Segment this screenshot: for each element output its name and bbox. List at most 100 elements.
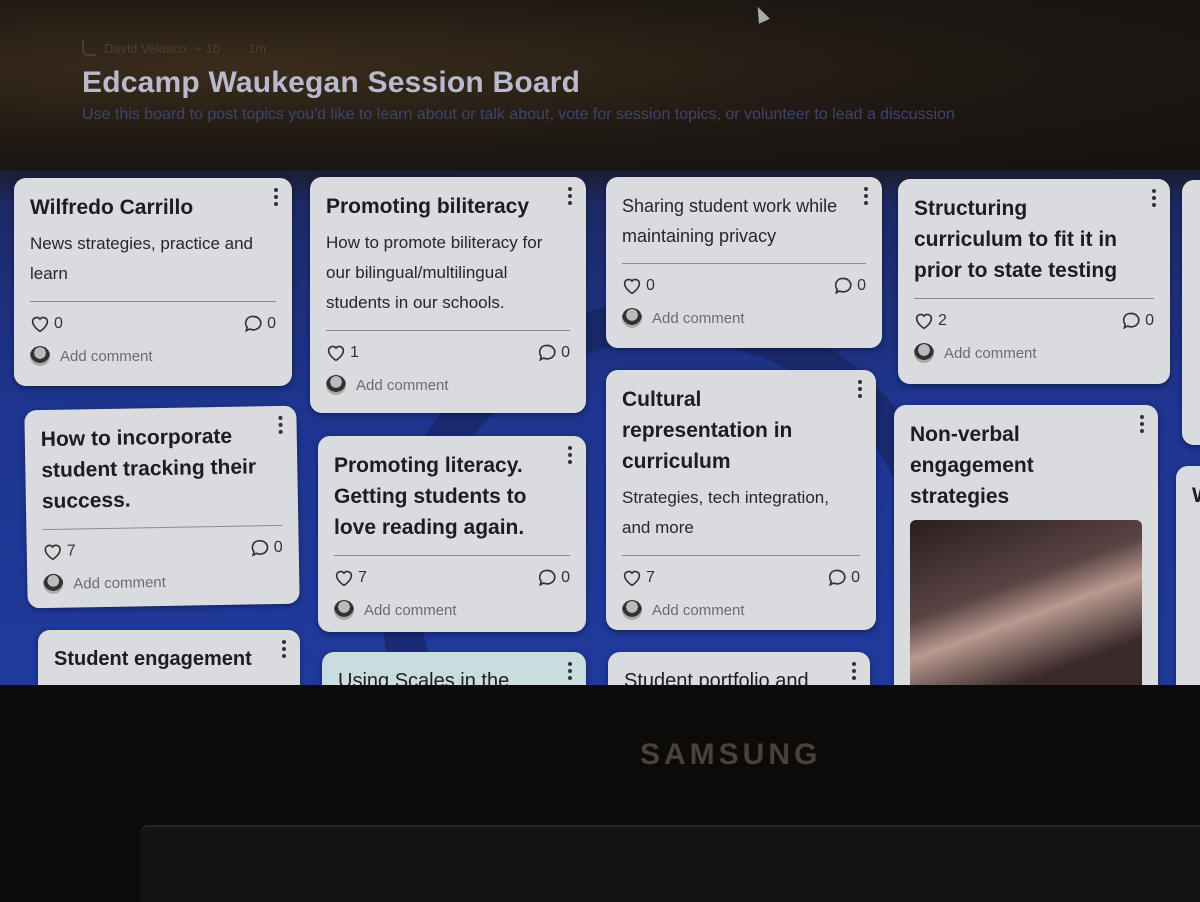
comment-count: 0 bbox=[273, 538, 283, 557]
board-subtitle: Use this board to post topics you'd like… bbox=[82, 106, 955, 123]
speech-bubble-icon bbox=[251, 539, 269, 557]
comment-button[interactable]: 0 bbox=[1121, 311, 1154, 331]
more-options-icon[interactable] bbox=[282, 640, 286, 658]
more-options-icon[interactable] bbox=[568, 446, 572, 464]
user-avatar bbox=[326, 375, 346, 395]
post-card[interactable]: Promoting literacy. Getting students to … bbox=[318, 436, 586, 632]
post-card[interactable]: Cultural representation in curriculum St… bbox=[606, 370, 876, 630]
more-options-icon[interactable] bbox=[864, 187, 868, 205]
like-count: 0 bbox=[54, 315, 63, 332]
add-comment-field[interactable]: Add comment bbox=[622, 600, 860, 620]
heart-icon bbox=[915, 313, 933, 330]
like-button[interactable]: 0 bbox=[622, 277, 655, 295]
like-button[interactable]: 7 bbox=[334, 569, 367, 587]
board-meta: David Velasco + 10 1m bbox=[82, 40, 955, 56]
like-count: 7 bbox=[66, 542, 76, 560]
more-options-icon[interactable] bbox=[852, 662, 856, 680]
divider bbox=[914, 298, 1154, 299]
time-ago: 1m bbox=[248, 40, 267, 56]
like-count: 1 bbox=[350, 344, 359, 361]
more-options-icon[interactable] bbox=[1140, 415, 1144, 433]
add-comment-field[interactable]: Add comment bbox=[43, 570, 283, 595]
post-card[interactable]: How to incorporate student tracking thei… bbox=[24, 405, 300, 609]
comment-button[interactable]: 0 bbox=[537, 568, 570, 588]
add-comment-label: Add comment bbox=[356, 376, 449, 394]
like-button[interactable]: 2 bbox=[914, 312, 947, 330]
add-comment-field[interactable]: Add comment bbox=[326, 375, 570, 395]
more-options-icon[interactable] bbox=[858, 380, 862, 398]
post-image[interactable] bbox=[910, 520, 1142, 685]
post-card[interactable]: Structuring curriculum to fit it in prio… bbox=[898, 179, 1170, 384]
add-comment-field[interactable]: Add comment bbox=[914, 343, 1154, 363]
user-avatar bbox=[914, 343, 934, 363]
comment-button[interactable]: 0 bbox=[537, 343, 570, 363]
more-options-icon[interactable] bbox=[278, 415, 283, 434]
like-count: 7 bbox=[646, 569, 655, 586]
add-comment-field[interactable]: Add comment bbox=[622, 308, 866, 328]
comment-button[interactable]: 0 bbox=[250, 538, 283, 559]
post-title: Promoting literacy. Getting students to … bbox=[334, 454, 527, 539]
like-button[interactable]: 0 bbox=[30, 315, 63, 333]
post-card[interactable]: Sharing student work while maintaining p… bbox=[606, 177, 882, 348]
brand-logo: SAMSUNG bbox=[640, 738, 822, 771]
more-options-icon[interactable] bbox=[568, 187, 572, 205]
post-title: Promoting biliteracy bbox=[326, 195, 530, 218]
post-card[interactable]: Non-verbal engagement strategies bbox=[894, 405, 1158, 685]
like-count: 0 bbox=[646, 277, 655, 294]
comment-count: 0 bbox=[1145, 312, 1154, 329]
heart-icon bbox=[623, 278, 641, 295]
post-card[interactable]: Student engagement bbox=[38, 630, 300, 685]
add-comment-label: Add comment bbox=[652, 309, 745, 327]
add-comment-field[interactable]: Add comment bbox=[334, 600, 570, 620]
post-title: Cultural representation in curriculum bbox=[622, 388, 793, 473]
speech-bubble-icon bbox=[834, 277, 852, 295]
comment-count: 0 bbox=[561, 344, 570, 361]
post-body: News strategies, practice and learn bbox=[30, 234, 253, 283]
heart-icon bbox=[31, 316, 49, 333]
author-avatar-icon bbox=[82, 40, 96, 56]
more-options-icon[interactable] bbox=[568, 662, 572, 680]
divider bbox=[326, 330, 570, 331]
more-options-icon[interactable] bbox=[274, 188, 278, 206]
author-name[interactable]: David Velasco bbox=[104, 41, 186, 56]
user-avatar bbox=[622, 308, 642, 328]
post-body: How to promote biliteracy for our biling… bbox=[326, 233, 543, 312]
laptop-hinge bbox=[140, 825, 1200, 902]
post-card[interactable]: Student portfolio and bbox=[608, 652, 870, 685]
post-title: How to incorporate student tracking thei… bbox=[40, 424, 257, 514]
comment-count: 0 bbox=[267, 315, 276, 332]
add-comment-field[interactable]: Add comment bbox=[30, 346, 276, 366]
board-title: Edcamp Waukegan Session Board bbox=[82, 66, 581, 99]
like-button[interactable]: 7 bbox=[43, 543, 76, 562]
post-title: Student portfolio and bbox=[624, 670, 809, 685]
speech-bubble-icon bbox=[828, 569, 846, 587]
add-comment-label: Add comment bbox=[73, 573, 167, 593]
comment-button[interactable]: 0 bbox=[833, 276, 866, 296]
post-card[interactable]: Using Scales in the bbox=[322, 652, 586, 685]
post-card[interactable]: W bbox=[1176, 466, 1200, 685]
divider bbox=[334, 555, 570, 556]
post-card[interactable]: Wilfredo Carrillo News strategies, pract… bbox=[14, 178, 292, 386]
comment-button[interactable]: 0 bbox=[827, 568, 860, 588]
like-button[interactable]: 1 bbox=[326, 344, 359, 362]
divider bbox=[42, 524, 283, 531]
like-count: 7 bbox=[358, 569, 367, 586]
more-options-icon[interactable] bbox=[1152, 189, 1156, 207]
user-avatar bbox=[30, 346, 50, 366]
divider bbox=[622, 263, 866, 264]
post-title: Using Scales in the bbox=[338, 670, 510, 685]
user-avatar bbox=[334, 600, 354, 620]
post-card[interactable] bbox=[1182, 180, 1200, 445]
like-count: 2 bbox=[938, 312, 947, 329]
add-comment-label: Add comment bbox=[944, 344, 1037, 362]
contributors-count[interactable]: + 10 bbox=[194, 41, 220, 56]
like-button[interactable]: 7 bbox=[622, 569, 655, 587]
post-card[interactable]: Promoting biliteracy How to promote bili… bbox=[310, 177, 586, 413]
speech-bubble-icon bbox=[538, 344, 556, 362]
comment-count: 0 bbox=[857, 277, 866, 294]
post-title: Structuring curriculum to fit it in prio… bbox=[914, 197, 1118, 282]
screen: David Velasco + 10 1m Edcamp Waukegan Se… bbox=[0, 0, 1200, 685]
user-avatar bbox=[622, 600, 642, 620]
speech-bubble-icon bbox=[244, 315, 262, 333]
comment-button[interactable]: 0 bbox=[243, 314, 276, 334]
